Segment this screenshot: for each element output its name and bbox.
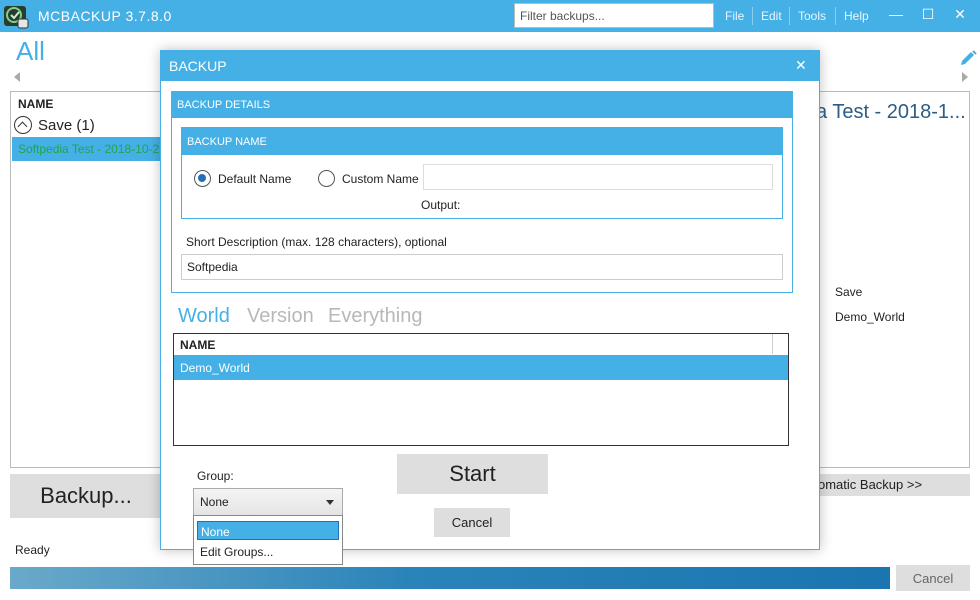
group-select[interactable]: None bbox=[193, 488, 343, 516]
detail-type-value: Save bbox=[835, 285, 863, 299]
detail-world-value: Demo_World bbox=[835, 310, 905, 324]
cancel-progress-button[interactable]: Cancel bbox=[896, 565, 970, 591]
custom-name-input[interactable] bbox=[423, 164, 773, 190]
group-selected-value: None bbox=[200, 495, 229, 509]
collapse-chevron-icon[interactable] bbox=[14, 116, 32, 134]
backup-list-item[interactable]: Softpedia Test - 2018-10-2 bbox=[12, 137, 162, 161]
right-arrow-icon[interactable] bbox=[962, 72, 968, 82]
progress-bar bbox=[10, 567, 890, 589]
dialog-close-icon[interactable]: ✕ bbox=[795, 57, 807, 74]
filter-backups-input[interactable] bbox=[514, 3, 714, 28]
menu-help[interactable]: Help bbox=[844, 9, 869, 23]
dropdown-arrow-icon[interactable] bbox=[326, 500, 334, 505]
backup-button[interactable]: Backup... bbox=[10, 474, 162, 518]
close-button[interactable]: ✕ bbox=[950, 6, 970, 23]
menu-tools[interactable]: Tools bbox=[798, 9, 826, 23]
default-name-label[interactable]: Default Name bbox=[218, 172, 291, 186]
short-description-label: Short Description (max. 128 characters),… bbox=[186, 235, 447, 249]
world-table: NAME Demo_World bbox=[173, 333, 789, 446]
backup-name-section: BACKUP NAME Default Name Custom Name Out… bbox=[181, 127, 783, 219]
group-option-none[interactable]: None bbox=[197, 521, 339, 540]
tab-version[interactable]: Version bbox=[247, 305, 314, 328]
short-description-input[interactable] bbox=[181, 254, 783, 280]
backup-name-header: BACKUP NAME bbox=[182, 128, 782, 155]
dialog-cancel-button[interactable]: Cancel bbox=[434, 508, 510, 537]
backup-details-section: BACKUP DETAILS BACKUP NAME Default Name … bbox=[171, 91, 793, 293]
automatic-backup-button[interactable]: omatic Backup >> bbox=[818, 474, 970, 496]
table-row[interactable]: Demo_World bbox=[174, 355, 788, 380]
column-header-name: NAME bbox=[18, 97, 54, 111]
group-option-edit-groups[interactable]: Edit Groups... bbox=[197, 542, 339, 561]
menu-separator bbox=[835, 7, 836, 25]
backup-dialog: BACKUP ✕ BACKUP DETAILS BACKUP NAME Defa… bbox=[160, 50, 820, 565]
save-group-label: Save (1) bbox=[38, 116, 95, 134]
custom-name-label[interactable]: Custom Name bbox=[342, 172, 419, 186]
default-name-radio[interactable] bbox=[194, 170, 211, 187]
app-logo-icon bbox=[4, 6, 29, 29]
maximize-button[interactable]: ☐ bbox=[918, 6, 938, 23]
minimize-button[interactable]: — bbox=[886, 6, 906, 22]
backup-detail-heading: a Test - 2018-1... bbox=[816, 101, 966, 123]
title-bar: MCBACKUP 3.7.8.0 File Edit Tools Help — … bbox=[0, 0, 980, 32]
pencil-icon[interactable] bbox=[958, 50, 978, 68]
start-button[interactable]: Start bbox=[397, 454, 548, 494]
output-label: Output: bbox=[421, 198, 461, 212]
column-divider[interactable] bbox=[772, 334, 773, 354]
dialog-title-bar: BACKUP ✕ bbox=[161, 51, 819, 81]
menu-separator bbox=[752, 7, 753, 25]
app-title: MCBACKUP 3.7.8.0 bbox=[38, 8, 172, 24]
backup-details-header: BACKUP DETAILS bbox=[172, 92, 792, 118]
custom-name-radio[interactable] bbox=[318, 170, 335, 187]
group-dropdown-list: None Edit Groups... bbox=[193, 515, 343, 565]
tab-everything[interactable]: Everything bbox=[328, 305, 423, 328]
left-arrow-icon[interactable] bbox=[14, 72, 20, 82]
page-title: All bbox=[16, 36, 45, 66]
menu-edit[interactable]: Edit bbox=[761, 9, 782, 23]
world-table-header-name: NAME bbox=[180, 338, 216, 352]
menu-file[interactable]: File bbox=[725, 9, 744, 23]
tab-world[interactable]: World bbox=[178, 305, 230, 328]
menu-separator bbox=[789, 7, 790, 25]
dialog-title: BACKUP bbox=[169, 58, 227, 74]
group-label: Group: bbox=[197, 469, 234, 483]
save-group-header[interactable]: Save (1) bbox=[14, 116, 95, 134]
status-text: Ready bbox=[15, 543, 50, 557]
